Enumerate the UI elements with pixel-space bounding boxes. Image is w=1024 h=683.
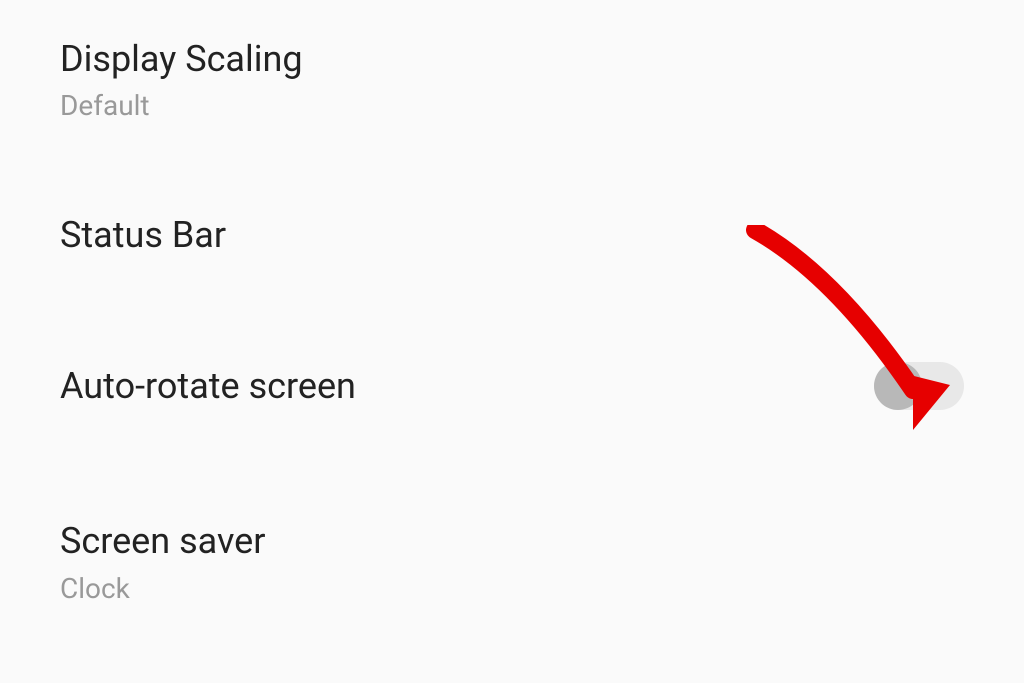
display-scaling-title: Display Scaling (60, 38, 303, 81)
setting-status-bar[interactable]: Status Bar (0, 162, 1024, 307)
setting-text-group: Status Bar (60, 214, 226, 257)
setting-auto-rotate[interactable]: Auto-rotate screen (0, 307, 1024, 465)
setting-display-scaling[interactable]: Display Scaling Default (0, 0, 1024, 162)
setting-text-group: Auto-rotate screen (60, 365, 356, 408)
settings-list: Display Scaling Default Status Bar Auto-… (0, 0, 1024, 635)
auto-rotate-toggle[interactable] (874, 362, 964, 410)
setting-text-group: Screen saver Clock (60, 520, 265, 604)
status-bar-title: Status Bar (60, 214, 226, 257)
setting-text-group: Display Scaling Default (60, 38, 303, 122)
auto-rotate-title: Auto-rotate screen (60, 365, 356, 408)
screen-saver-title: Screen saver (60, 520, 265, 563)
screen-saver-subtitle: Clock (60, 572, 265, 605)
setting-screen-saver[interactable]: Screen saver Clock (0, 465, 1024, 634)
toggle-knob (874, 362, 922, 410)
display-scaling-subtitle: Default (60, 89, 303, 122)
